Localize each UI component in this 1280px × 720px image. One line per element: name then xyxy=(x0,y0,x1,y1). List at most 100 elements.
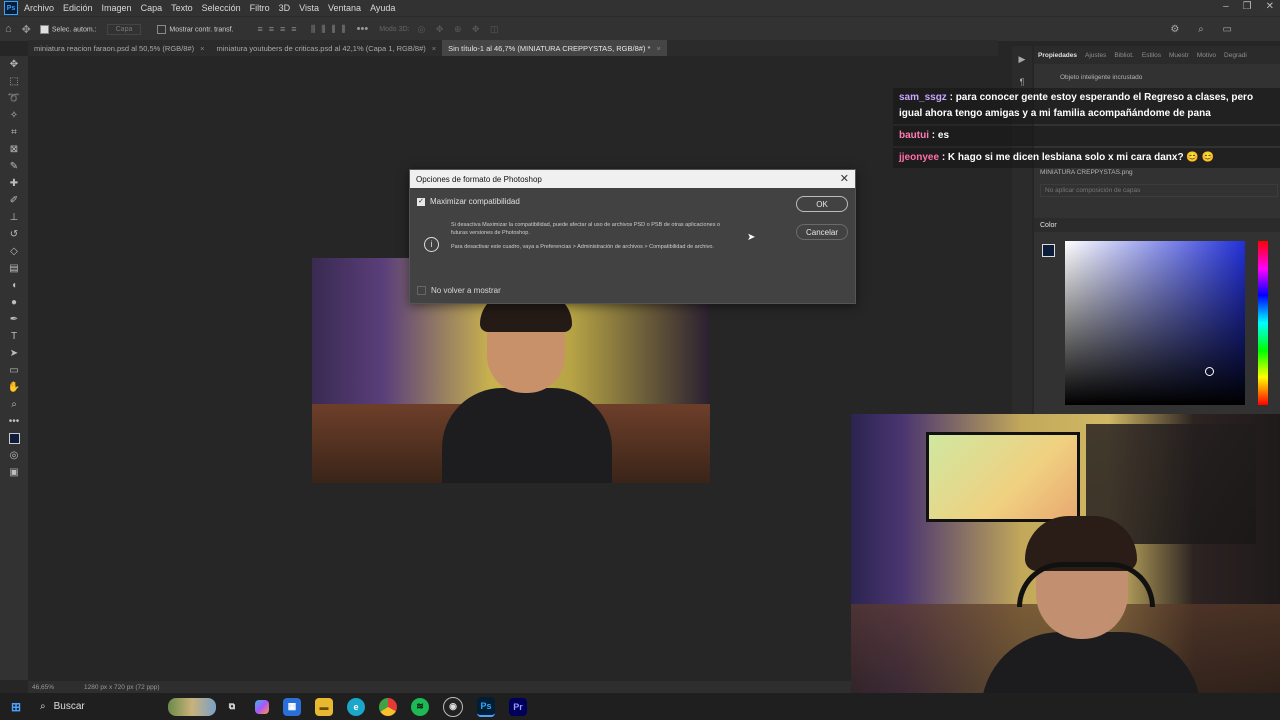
quick-mask-icon[interactable]: ◎ xyxy=(0,447,28,464)
move-tool-icon[interactable]: ✥ xyxy=(22,23,31,36)
smart-object-label: Objeto inteligente incrustado xyxy=(1060,74,1143,81)
chrome-icon[interactable] xyxy=(379,697,397,716)
menu-filtro[interactable]: Filtro xyxy=(250,3,270,13)
menu-imagen[interactable]: Imagen xyxy=(102,3,132,13)
task-view-icon[interactable]: ⧉ xyxy=(223,698,241,716)
document-size: 1280 px x 720 px (72 ppp) xyxy=(84,683,160,691)
align-icons[interactable]: ≡≡≡≡ ⫼⫼⫼⫼ xyxy=(258,24,352,35)
eyedropper-icon[interactable]: ✎ xyxy=(0,158,28,175)
tab-sin-titulo[interactable]: Sin título-1 al 46,7% (MINIATURA CREPPYS… xyxy=(442,40,667,56)
close-icon[interactable]: × xyxy=(432,44,436,53)
dont-show-option[interactable]: No volver a mostrar xyxy=(417,286,501,295)
menu-edicion[interactable]: Edición xyxy=(63,3,93,13)
close-window-icon[interactable]: ✕ xyxy=(1266,1,1274,12)
tab-bibliotecas[interactable]: Bibliot. xyxy=(1114,52,1134,59)
color-swatches-icon[interactable] xyxy=(0,430,28,447)
tab-propiedades[interactable]: Propiedades xyxy=(1038,52,1077,59)
tab-motivo[interactable]: Motivo xyxy=(1197,52,1216,59)
menu-3d[interactable]: 3D xyxy=(279,3,291,13)
search-highlight-image xyxy=(168,697,216,716)
tab-miniatura-youtubers[interactable]: miniatura youtubers de criticas.psd al 4… xyxy=(210,40,442,56)
photoshop-taskbar-icon[interactable]: Ps xyxy=(477,696,495,717)
home-icon[interactable]: ⌂ xyxy=(5,23,12,35)
history-brush-icon[interactable]: ↺ xyxy=(0,226,28,243)
eraser-tool-icon[interactable]: ◇ xyxy=(0,243,28,260)
layer-comp-dropdown[interactable]: No aplicar composición de capas xyxy=(1040,184,1278,197)
rectangle-tool-icon[interactable]: ▭ xyxy=(0,362,28,379)
spotify-icon[interactable]: ≋ xyxy=(411,697,429,716)
color-picker-field[interactable] xyxy=(1065,241,1245,405)
foreground-swatch[interactable] xyxy=(1042,244,1055,257)
chat-text: : para conocer gente estoy esperando el … xyxy=(899,92,1254,119)
chat-username: bautui xyxy=(899,130,929,141)
file-explorer-icon[interactable]: ▬ xyxy=(315,697,333,716)
maximize-compat-checkbox[interactable]: ✓ xyxy=(417,197,425,206)
streamer-figure xyxy=(981,514,1201,720)
screen-mode-icon[interactable]: ▣ xyxy=(0,464,28,481)
stamp-tool-icon[interactable]: ⊥ xyxy=(0,209,28,226)
auto-select-checkbox[interactable] xyxy=(39,24,49,34)
menu-vista[interactable]: Vista xyxy=(299,3,319,13)
chat-text: : K hago si me dicen lesbiana solo x mi … xyxy=(941,152,1215,163)
tab-estilos[interactable]: Estilos xyxy=(1142,52,1161,59)
copilot-icon[interactable] xyxy=(255,699,269,714)
dialog-title: Opciones de formato de Photoshop xyxy=(416,174,542,184)
lasso-tool-icon[interactable]: ➰ xyxy=(0,90,28,107)
menu-capa[interactable]: Capa xyxy=(141,3,163,13)
frame-tool-icon[interactable]: ⊠ xyxy=(0,141,28,158)
close-icon[interactable]: × xyxy=(200,44,204,53)
type-tool-icon[interactable]: T xyxy=(0,328,28,345)
restore-icon[interactable]: ❐ xyxy=(1243,1,1252,12)
color-picker-handle[interactable] xyxy=(1205,367,1214,376)
close-icon[interactable]: ✕ xyxy=(840,172,849,185)
move-tool-icon[interactable]: ✥ xyxy=(0,56,28,73)
show-transform-checkbox[interactable] xyxy=(157,24,167,34)
cancel-button[interactable]: Cancelar xyxy=(796,224,848,240)
zoom-tool-icon[interactable]: ⌕ xyxy=(0,396,28,413)
taskbar-search[interactable]: ⌕ Buscar xyxy=(36,697,216,717)
path-select-icon[interactable]: ➤ xyxy=(0,345,28,362)
windows-start-icon[interactable]: ⊞ xyxy=(7,698,25,716)
healing-brush-icon[interactable]: ✚ xyxy=(0,175,28,192)
tab-degradados[interactable]: Degradi xyxy=(1224,52,1247,59)
edge-icon[interactable]: e xyxy=(347,697,365,716)
more-tools-icon[interactable]: ••• xyxy=(0,413,28,430)
menu-texto[interactable]: Texto xyxy=(171,3,193,13)
tab-miniatura-faraon[interactable]: miniatura reacion faraon.psd al 50,5% (R… xyxy=(28,40,210,56)
store-icon[interactable]: ▦ xyxy=(283,697,301,716)
minimize-icon[interactable]: – xyxy=(1223,1,1229,12)
search-icon[interactable]: ⚙ ⌕ ▭ xyxy=(1170,24,1240,35)
paragraph-icon[interactable]: ¶ xyxy=(1012,77,1032,87)
more-options-icon[interactable]: ••• xyxy=(357,23,369,35)
show-transform-toggle[interactable]: Mostrar contr. transf. xyxy=(157,24,234,34)
tab-ajustes[interactable]: Ajustes xyxy=(1085,52,1106,59)
close-icon[interactable]: × xyxy=(656,44,660,53)
play-icon[interactable]: ▶ xyxy=(1012,54,1032,65)
gradient-tool-icon[interactable]: ▤ xyxy=(0,260,28,277)
obs-icon[interactable]: ◉ xyxy=(443,696,463,717)
tv-screen xyxy=(926,432,1080,522)
menu-archivo[interactable]: Archivo xyxy=(24,3,54,13)
hand-tool-icon[interactable]: ✋ xyxy=(0,379,28,396)
premiere-taskbar-icon[interactable]: Pr xyxy=(509,697,527,716)
marquee-tool-icon[interactable]: ⬚ xyxy=(0,73,28,90)
pen-tool-icon[interactable]: ✒ xyxy=(0,311,28,328)
menu-seleccion[interactable]: Selección xyxy=(202,3,241,13)
dont-show-label: No volver a mostrar xyxy=(431,286,501,295)
menu-ventana[interactable]: Ventana xyxy=(328,3,361,13)
blur-tool-icon[interactable]: ◖ xyxy=(0,277,28,294)
brush-tool-icon[interactable]: ✐ xyxy=(0,192,28,209)
hue-slider[interactable] xyxy=(1258,241,1268,405)
layer-dropdown[interactable]: Capa xyxy=(106,23,142,35)
tab-label: Sin título-1 al 46,7% (MINIATURA CREPPYS… xyxy=(448,43,651,53)
dont-show-checkbox[interactable] xyxy=(417,286,426,295)
crop-tool-icon[interactable]: ⌗ xyxy=(0,124,28,141)
maximize-compat-option[interactable]: ✓ Maximizar compatibilidad xyxy=(417,197,520,206)
zoom-level[interactable]: 46,65% xyxy=(32,684,54,691)
magic-wand-icon[interactable]: ✧ xyxy=(0,107,28,124)
dodge-tool-icon[interactable]: ● xyxy=(0,294,28,311)
auto-select-toggle[interactable]: Selec. autom.: xyxy=(39,24,97,34)
tab-muestras[interactable]: Muestr xyxy=(1169,52,1189,59)
menu-ayuda[interactable]: Ayuda xyxy=(370,3,395,13)
ok-button[interactable]: OK xyxy=(796,196,848,212)
